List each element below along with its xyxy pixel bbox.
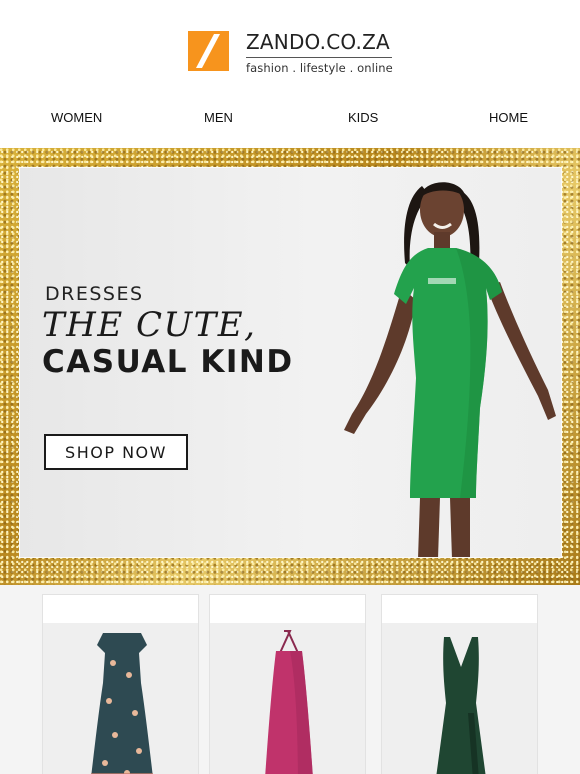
- product-image: [43, 623, 198, 774]
- product-card[interactable]: [209, 594, 366, 774]
- brand-tagline: fashion . lifestyle . online: [246, 61, 393, 75]
- nav-item-men[interactable]: MEN: [204, 110, 233, 125]
- logo-wordmark: ZANDO.CO.ZA fashion . lifestyle . online: [246, 31, 393, 75]
- product-card[interactable]: [381, 594, 538, 774]
- product-card[interactable]: [42, 594, 199, 774]
- product-image: [210, 623, 365, 774]
- green-maxi-dress-icon: [436, 637, 486, 774]
- logo-divider: [246, 57, 392, 58]
- brand-name: ZANDO.CO.ZA: [246, 30, 390, 54]
- hero-photo[interactable]: DRESSES THE CUTE, CASUAL KIND SHOP NOW: [19, 167, 562, 558]
- nav-item-women[interactable]: WOMEN: [51, 110, 102, 125]
- product-image: [382, 623, 537, 774]
- nav-item-home[interactable]: HOME: [489, 110, 528, 125]
- floral-dress-icon: [91, 633, 153, 774]
- hero-banner[interactable]: DRESSES THE CUTE, CASUAL KIND SHOP NOW: [0, 148, 580, 585]
- email-header: ZANDO.CO.ZA fashion . lifestyle . online: [0, 0, 580, 92]
- model-in-green-dress-image: [344, 182, 556, 557]
- brand-logo[interactable]: ZANDO.CO.ZA fashion . lifestyle . online: [188, 31, 393, 75]
- hero-subtitle: CASUAL KIND: [42, 344, 294, 380]
- nav-item-kids[interactable]: KIDS: [348, 110, 378, 125]
- pink-dress-icon: [265, 630, 313, 774]
- hero-eyebrow: DRESSES: [45, 283, 144, 305]
- category-nav: WOMEN MEN KIDS HOME: [0, 104, 580, 132]
- shop-now-button[interactable]: SHOP NOW: [44, 434, 188, 470]
- zando-logo-icon: [188, 31, 229, 71]
- product-grid: [0, 585, 580, 774]
- hero-title: THE CUTE,: [42, 305, 257, 345]
